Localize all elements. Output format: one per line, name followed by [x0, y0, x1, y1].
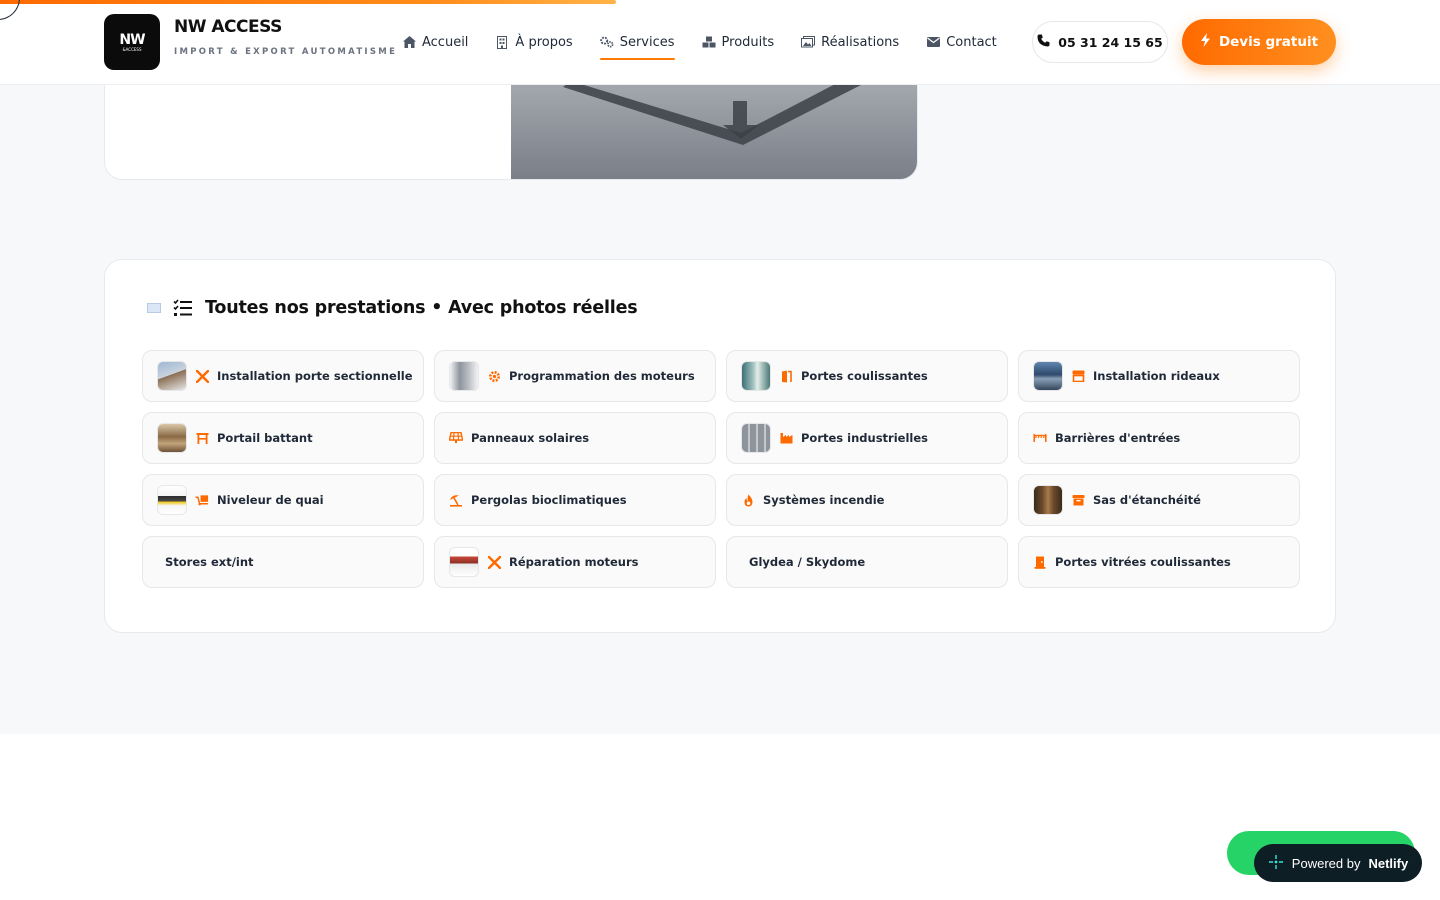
service-label: Portes industrielles: [801, 431, 928, 445]
service-card-niveleur-de-quai[interactable]: Niveleur de quai: [142, 474, 424, 526]
service-card-stores-ext-int[interactable]: Stores ext/int: [142, 536, 424, 588]
services-grid: Installation porte sectionnelle Programm…: [142, 350, 1300, 588]
logo[interactable]: NW &ACCESS: [104, 14, 160, 70]
nav-item-services[interactable]: Services: [599, 30, 675, 60]
solar-panel-icon: [449, 431, 463, 445]
service-label: Réparation moteurs: [509, 555, 639, 569]
cursor-ring: [0, 0, 20, 20]
brand-tagline: IMPORT & EXPORT AUTOMATISME: [174, 47, 398, 57]
service-photo: [157, 361, 187, 391]
service-card-systemes-incendie[interactable]: Systèmes incendie: [726, 474, 1008, 526]
service-label: Pergolas bioclimatiques: [471, 493, 627, 507]
quote-button-label: Devis gratuit: [1218, 34, 1319, 50]
logo-subtext: &ACCESS: [122, 46, 142, 52]
netlify-prefix: Powered by: [1291, 855, 1361, 871]
service-card-portail-battant[interactable]: Portail battant: [142, 412, 424, 464]
services-section: Toutes nos prestations • Avec photos rée…: [104, 259, 1336, 633]
section-title: Toutes nos prestations • Avec photos rée…: [205, 298, 638, 318]
list-check-icon: [173, 299, 193, 317]
nav-label: Services: [619, 34, 675, 50]
service-card-panneaux-solaires[interactable]: Panneaux solaires: [434, 412, 716, 464]
section-header: Toutes nos prestations • Avec photos rée…: [147, 298, 638, 318]
service-label: Portail battant: [217, 431, 313, 445]
boxes-icon: [702, 35, 716, 49]
bolt-icon: [1200, 33, 1211, 51]
nav-item-contact[interactable]: Contact: [926, 30, 997, 54]
barrier-icon: [1033, 431, 1047, 445]
nav-label: Accueil: [422, 34, 469, 50]
netlify-icon: [1268, 854, 1284, 873]
nav-item-a-propos[interactable]: À propos: [495, 30, 573, 54]
nav-label: Contact: [946, 34, 997, 50]
service-card-portes-coulissantes[interactable]: Portes coulissantes: [726, 350, 1008, 402]
service-label: Barrières d'entrées: [1055, 431, 1181, 445]
service-label: Installation rideaux: [1093, 369, 1220, 383]
nav-item-realisations[interactable]: Réalisations: [801, 30, 899, 54]
service-photo: [157, 423, 187, 453]
netlify-brand: Netlify: [1368, 855, 1409, 871]
service-card-installation-rideaux[interactable]: Installation rideaux: [1018, 350, 1300, 402]
fire-icon: [741, 493, 755, 507]
brand-name[interactable]: NW ACCESS: [174, 17, 282, 37]
service-label: Niveleur de quai: [217, 493, 324, 507]
service-photo: [1033, 485, 1063, 515]
nav-label: Réalisations: [821, 34, 900, 50]
service-label: Sas d'étanchéité: [1093, 493, 1201, 507]
tools-icon: [195, 369, 209, 383]
door-closed-icon: [1033, 555, 1047, 569]
umbrella-beach-icon: [449, 493, 463, 507]
service-label: Portes coulissantes: [801, 369, 928, 383]
scroll-progress-bar: [0, 0, 616, 4]
dolly-icon: [195, 493, 209, 507]
service-label: Systèmes incendie: [763, 493, 885, 507]
box-icon: [1071, 493, 1085, 507]
nav-item-accueil[interactable]: Accueil: [402, 30, 468, 54]
home-icon: [402, 35, 416, 49]
flag-icon: [147, 303, 161, 313]
phone-icon: [1037, 34, 1050, 50]
nav-label: À propos: [515, 34, 573, 50]
service-photo: [1033, 361, 1063, 391]
service-label: Stores ext/int: [165, 555, 254, 569]
service-photo: [449, 361, 479, 391]
envelope-icon: [926, 35, 940, 49]
service-photo: [741, 361, 771, 391]
gears-icon: [599, 35, 614, 49]
building-icon: [495, 35, 509, 49]
service-card-reparation-moteurs[interactable]: Réparation moteurs: [434, 536, 716, 588]
phone-number: 05 31 24 15 65: [1058, 34, 1163, 50]
store-icon: [1071, 369, 1085, 383]
site-header: NW &ACCESS NW ACCESS IMPORT & EXPORT AUT…: [0, 0, 1440, 85]
service-card-installation-porte-sectionnelle[interactable]: Installation porte sectionnelle: [142, 350, 424, 402]
nav-item-produits[interactable]: Produits: [702, 30, 775, 54]
service-label: Programmation des moteurs: [509, 369, 695, 383]
netlify-badge[interactable]: Powered by Netlify: [1254, 844, 1422, 882]
door-open-icon: [779, 369, 793, 383]
service-card-programmation-des-moteurs[interactable]: Programmation des moteurs: [434, 350, 716, 402]
service-card-portes-industrielles[interactable]: Portes industrielles: [726, 412, 1008, 464]
service-label: Panneaux solaires: [471, 431, 590, 445]
gate-icon: [195, 431, 209, 445]
industry-icon: [779, 431, 793, 445]
service-card-glydea-skydome[interactable]: Glydea / Skydome: [726, 536, 1008, 588]
main-nav: Accueil À propos Services Produits Réali…: [402, 30, 1024, 60]
tools-icon: [487, 555, 501, 569]
phone-button[interactable]: 05 31 24 15 65: [1032, 21, 1168, 63]
service-photo: [449, 547, 479, 577]
service-card-pergolas-bioclimatiques[interactable]: Pergolas bioclimatiques: [434, 474, 716, 526]
gear-icon: [487, 369, 501, 383]
images-icon: [801, 35, 816, 49]
service-label: Portes vitrées coulissantes: [1055, 555, 1231, 569]
service-card-portes-vitrees-coulissantes[interactable]: Portes vitrées coulissantes: [1018, 536, 1300, 588]
service-card-barrieres-dentrees[interactable]: Barrières d'entrées: [1018, 412, 1300, 464]
service-label: Glydea / Skydome: [749, 555, 866, 569]
quote-button[interactable]: Devis gratuit: [1182, 19, 1336, 65]
logo-text: NW: [119, 31, 145, 48]
service-photo: [741, 423, 771, 453]
service-label: Installation porte sectionnelle: [217, 369, 413, 383]
service-card-sas-detancheite[interactable]: Sas d'étanchéité: [1018, 474, 1300, 526]
service-photo: [157, 485, 187, 515]
nav-label: Produits: [721, 34, 775, 50]
